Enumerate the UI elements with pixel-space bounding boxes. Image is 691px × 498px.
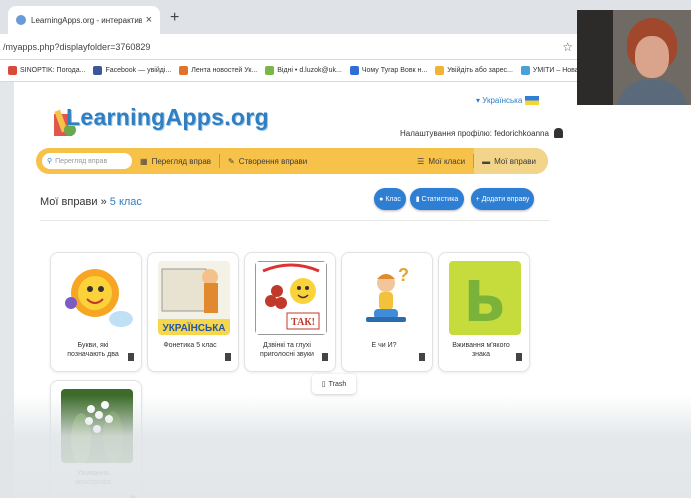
list-icon: ☰ — [417, 156, 425, 166]
ukrainian-thumbnail: УКРАЇНСЬКА — [158, 261, 230, 335]
user-icon — [553, 128, 563, 138]
app-card[interactable]: УКРАЇНСЬКА Фонетика 5 клас — [147, 252, 239, 372]
app-card-title: Букви, які позначають два — [67, 342, 119, 359]
webcam-overlay — [577, 10, 691, 105]
breadcrumb-separator: » — [97, 196, 110, 208]
bookmark-favicon-icon — [349, 66, 359, 75]
thumbnail-caption: УКРАЇНСЬКА — [162, 321, 225, 334]
webcam-background — [577, 10, 613, 105]
thumbnail-caption: Ь — [464, 270, 507, 335]
breadcrumb-folder[interactable]: 5 клас — [110, 196, 142, 208]
webcam-person-face — [635, 36, 669, 78]
nav-classes[interactable]: ☰ Мої класи — [409, 148, 473, 174]
bookmark-label: SINOPTIK: Погода... — [20, 67, 86, 74]
pencil-icon: ✎ — [228, 156, 235, 166]
bookmark-item[interactable]: Відні • d.luzok@uk... — [265, 66, 342, 75]
url-text[interactable]: /myapps.php?displayfolder=3760829 — [0, 42, 562, 52]
site-favicon-icon — [16, 15, 26, 25]
bookmark-favicon-icon — [520, 66, 530, 75]
profile-settings-link[interactable]: Налаштування профілю: fedorichkoanna — [400, 128, 563, 138]
language-label: Українська — [482, 96, 523, 105]
bookmark-item[interactable]: Увійдіть або зарес... — [435, 66, 513, 75]
trash-label: Trash — [328, 380, 347, 388]
svg-text:?: ? — [398, 265, 409, 285]
breadcrumb: Мої вправи » 5 клас — [40, 196, 142, 208]
app-card-title: Уживання апострофа — [75, 470, 111, 487]
trash-folder[interactable]: ▯ Trash — [312, 374, 356, 394]
app-card[interactable]: Букви, які позначають два — [50, 252, 142, 372]
bookmark-label: Лента новостей Ук... — [191, 67, 258, 74]
search-placeholder: Перегляд вправ — [55, 157, 108, 165]
bookmark-icon[interactable] — [128, 353, 134, 361]
app-card-title: Дзвінкі та глухі приголосні звуки — [260, 342, 314, 359]
bookmark-label: Facebook — увійді... — [105, 67, 172, 74]
bookmark-item[interactable]: Чому Тугар Вовк н... — [349, 66, 428, 75]
bookmark-icon[interactable] — [419, 353, 425, 361]
site-logo[interactable]: LearningApps.org — [66, 104, 269, 131]
bookmark-label: Відні • d.luzok@uk... — [277, 67, 342, 74]
bookmark-item[interactable]: Facebook — увійді... — [93, 66, 171, 75]
main-nav: ⚲ Перегляд вправ ▦ Перегляд вправ ✎ Ство… — [36, 148, 548, 174]
language-selector[interactable]: ▾ Українська — [476, 96, 540, 105]
webcam-person-body — [617, 80, 687, 105]
folder-icon: ▬ — [482, 156, 491, 166]
users-icon: ● — [379, 195, 384, 203]
class-button-label: Клас — [385, 195, 401, 203]
profile-label: Налаштування профілю: fedorichkoanna — [400, 128, 549, 138]
app-card-title: Фонетика 5 клас — [163, 342, 217, 349]
bookmark-label: Чому Тугар Вовк н... — [361, 67, 428, 74]
trash-icon: ▯ — [321, 381, 326, 388]
search-icon: ⚲ — [47, 158, 53, 165]
new-tab-button[interactable]: + — [170, 9, 179, 27]
app-card-title: Е чи И? — [371, 342, 397, 349]
bookmark-icon[interactable] — [225, 353, 231, 361]
consonants-thumbnail: ТАК! — [255, 261, 327, 335]
bookmark-favicon-icon — [8, 66, 17, 75]
statistics-button[interactable]: ▮ Статистика — [410, 188, 464, 210]
class-button[interactable]: ● Клас — [374, 188, 406, 210]
bookmark-star-icon[interactable]: ☆ — [562, 40, 573, 54]
boy-thinking-thumbnail: ? — [352, 261, 424, 335]
bookmark-item[interactable]: SINOPTIK: Погода... — [8, 66, 85, 75]
bookmark-favicon-icon — [435, 66, 445, 75]
search-input[interactable]: ⚲ Перегляд вправ — [42, 153, 132, 169]
soft-sign-thumbnail: Ь — [449, 261, 521, 335]
learningapps-page: LearningApps.org ▾ Українська Налаштуван… — [14, 82, 691, 498]
thumbnail-caption: ТАК! — [291, 317, 315, 328]
app-card-title: Вживання м'якого знака — [452, 342, 510, 359]
app-card[interactable]: ? Е чи И? — [341, 252, 433, 372]
add-app-button[interactable]: + Додати вправу — [471, 188, 534, 210]
breadcrumb-root[interactable]: Мої вправи — [40, 196, 98, 208]
bookmark-favicon-icon — [179, 66, 189, 75]
statistics-button-label: Статистика — [421, 195, 459, 203]
bookmark-favicon-icon — [265, 66, 275, 75]
chart-icon: ▮ — [415, 196, 420, 203]
browser-tab[interactable]: LearningApps.org - интерактив × — [8, 6, 160, 34]
nav-browse-label: Перегляд вправ — [151, 156, 212, 166]
bookmark-icon[interactable] — [516, 353, 522, 361]
nav-browse[interactable]: ▦ Перегляд вправ — [132, 148, 219, 174]
tab-title: LearningApps.org - интерактив — [31, 15, 142, 25]
sun-thumbnail — [61, 261, 133, 335]
bookmark-icon[interactable] — [322, 353, 328, 361]
lily-thumbnail — [61, 389, 133, 463]
nav-create-label: Створення вправи — [238, 156, 308, 166]
visibility-icon[interactable]: ◉ — [130, 493, 136, 498]
nav-my-apps[interactable]: ▬ Мої вправи — [474, 148, 548, 174]
nav-create[interactable]: ✎ Створення вправи — [220, 148, 315, 174]
close-tab-icon[interactable]: × — [146, 14, 152, 26]
divider — [40, 220, 550, 221]
app-card[interactable]: ТАК! Дзвінкі та глухі приголосні звуки — [244, 252, 336, 372]
bookmark-label: Увійдіть або зарес... — [447, 67, 513, 74]
bookmark-favicon-icon — [93, 66, 103, 75]
bookmark-item[interactable]: Лента новостей Ук... — [179, 66, 257, 75]
grid-icon: ▦ — [140, 156, 148, 166]
app-card[interactable]: Ь Вживання м'якого знака — [438, 252, 530, 372]
left-edge — [0, 82, 14, 498]
nav-classes-label: Мої класи — [428, 156, 466, 166]
app-card[interactable]: Уживання апострофа ◉ — [50, 380, 142, 498]
nav-my-apps-label: Мої вправи — [494, 156, 536, 166]
ukraine-flag-icon — [525, 96, 540, 105]
